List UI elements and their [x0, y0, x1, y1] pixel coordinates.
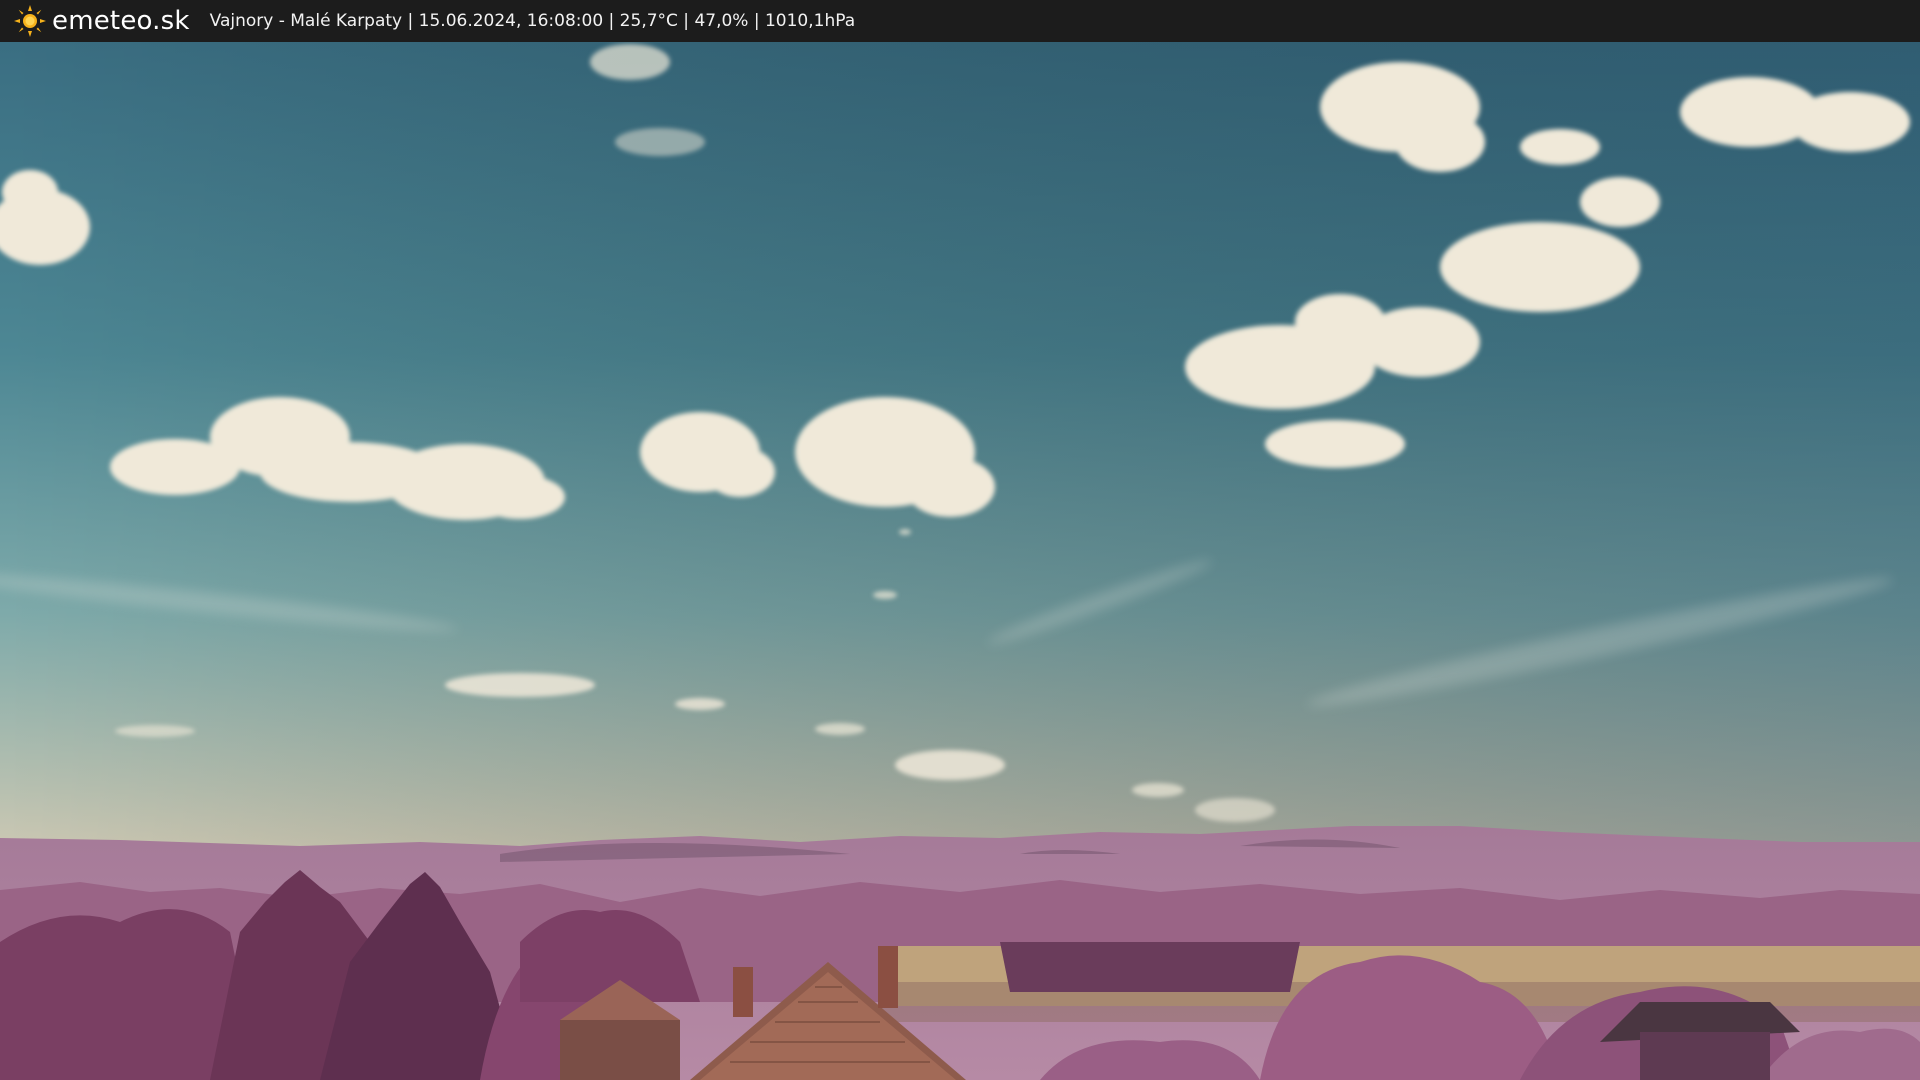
- webcam-image: [0, 42, 1920, 1080]
- emeteo-logo[interactable]: emeteo.sk: [14, 5, 190, 37]
- top-bar: emeteo.sk Vajnory - Malé Karpaty | 15.06…: [0, 0, 1920, 42]
- sun-icon: [14, 5, 46, 37]
- station-info: Vajnory - Malé Karpaty | 15.06.2024, 16:…: [209, 11, 856, 31]
- brand-name: emeteo.sk: [52, 6, 190, 36]
